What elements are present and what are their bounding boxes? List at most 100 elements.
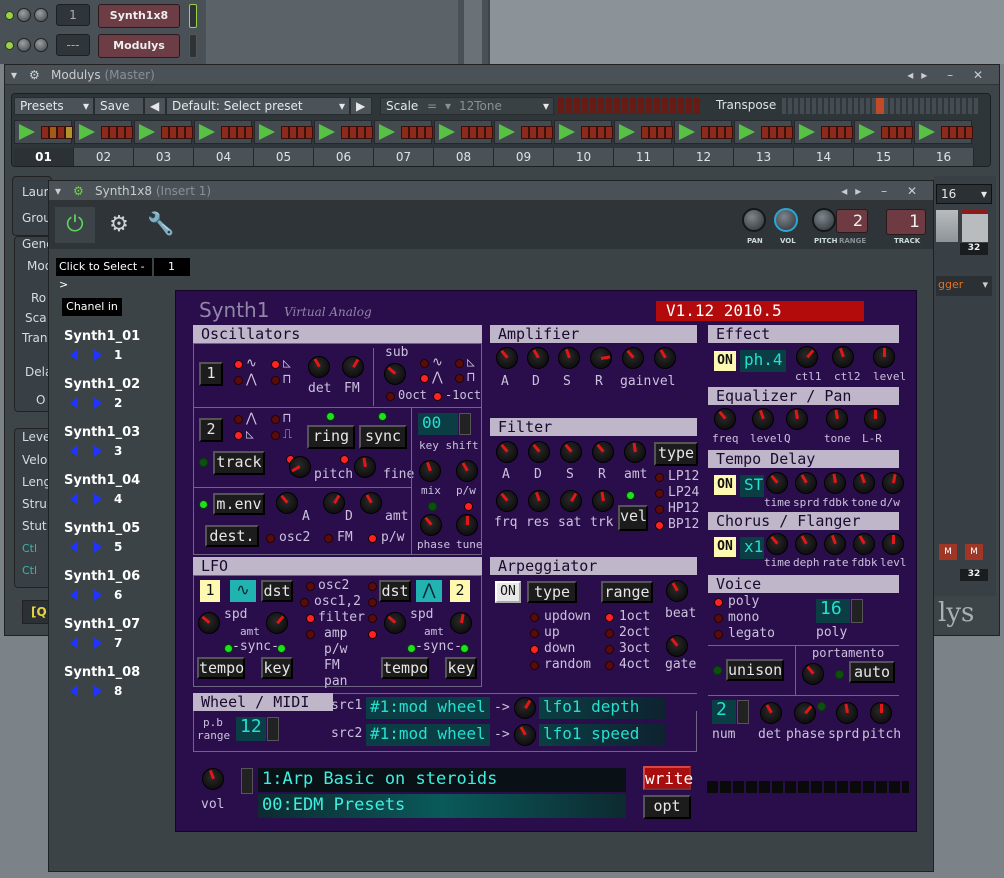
delay-dw-knob[interactable] [882,472,904,494]
play-icon[interactable] [379,124,395,140]
osc1-wave-led[interactable] [234,360,243,369]
step-cell[interactable] [221,126,229,139]
unison-num-stepper[interactable] [737,700,749,724]
src1-amount-knob[interactable] [514,697,536,719]
delay-sprd-knob[interactable] [795,472,817,494]
step-cell[interactable] [829,126,837,139]
channel-name-button[interactable]: Synth1x8 [98,4,180,28]
osc2-wave-led[interactable] [271,415,280,424]
dst1-select[interactable]: lfo1 depth [539,697,665,719]
tab-pattern-06[interactable]: 06 [314,148,374,166]
pb-range-stepper[interactable] [267,717,279,741]
sequence-slot[interactable] [914,120,973,144]
step-cell[interactable] [401,126,409,139]
sub-wave-led[interactable] [455,359,464,368]
arrow-right-icon[interactable] [94,397,102,409]
chorus-levl-knob[interactable] [882,533,904,555]
step-cell[interactable] [161,126,169,139]
delay-fdbk-knob[interactable] [824,472,846,494]
patch-name[interactable]: 1:Arp Basic on steroids [258,768,626,792]
arp-type-button[interactable]: type [527,581,577,603]
eq-q-knob[interactable] [786,408,808,430]
lfo2-tempo-button[interactable]: tempo [381,657,429,679]
modulys-titlebar[interactable]: ▾ ⚙ Modulys (Master) ◂▸ – ✕ [5,65,999,85]
step-cell[interactable] [837,126,845,139]
step-cell[interactable] [641,126,649,139]
volume-knob[interactable] [774,208,798,232]
amp-d-knob[interactable] [527,347,549,369]
arp-gate-knob[interactable] [666,635,688,657]
arp-type-led[interactable] [530,645,539,654]
filter-r-knob[interactable] [592,441,614,463]
bank-name[interactable]: 00:EDM Presets [258,794,626,818]
tab-pattern-10[interactable]: 10 [554,148,614,166]
tab-pattern-12[interactable]: 12 [674,148,734,166]
tab-pattern-13[interactable]: 13 [734,148,794,166]
step-cell[interactable] [281,126,289,139]
oct0-led[interactable] [386,392,395,401]
sequence-slot[interactable] [14,120,73,144]
channel-select-bar[interactable] [189,4,197,28]
step-cell[interactable] [529,126,537,139]
arrow-right-icon[interactable] [94,589,102,601]
filter-sat-knob[interactable] [560,490,582,512]
delay-type-value[interactable]: ST [740,475,764,497]
src2-select[interactable]: #1:mod wheel [366,724,490,746]
step-cell[interactable] [341,126,349,139]
voice-pitch-knob[interactable] [870,702,892,724]
channel-mute-led[interactable] [5,41,14,50]
det-knob[interactable] [308,356,330,378]
filter-s-knob[interactable] [560,441,582,463]
scrollbar[interactable] [464,0,482,64]
pitch-knob[interactable] [812,208,836,232]
delay-time-knob[interactable] [766,472,788,494]
write-button[interactable]: write [643,766,693,790]
filter-a-knob[interactable] [496,441,518,463]
tab-pattern-07[interactable]: 07 [374,148,434,166]
eq-tone-knob[interactable] [826,408,848,430]
step-cell[interactable] [785,126,793,139]
auto-button[interactable]: auto [849,661,895,683]
lfo1-speed-knob[interactable] [198,612,220,634]
step-cell[interactable] [881,126,889,139]
transpose-slider[interactable] [782,98,978,114]
next-preset-button[interactable]: ▶ [350,97,372,115]
step-cell[interactable] [965,126,973,139]
trigger-select[interactable]: gger ▾ [936,276,992,296]
arrow-left-icon[interactable] [70,589,78,601]
play-icon[interactable] [619,124,635,140]
osc1-wave-led[interactable] [271,360,280,369]
pw-knob[interactable] [456,460,478,482]
sequence-slot[interactable] [374,120,433,144]
mini-fader[interactable] [936,210,958,242]
osc2-wave-led[interactable] [234,415,243,424]
window-controls[interactable]: ◂▸ – ✕ [907,65,991,85]
step-cell[interactable] [845,126,853,139]
pan-knob[interactable] [742,208,766,232]
channel-mute-led[interactable] [5,11,14,20]
tune-knob[interactable] [456,514,478,536]
lfo2-sync-led[interactable] [460,644,469,653]
ctl1-knob[interactable] [796,346,818,368]
tab-pattern-02[interactable]: 02 [74,148,134,166]
lfo2-amount-knob[interactable] [450,612,472,634]
lfo2-dest-led[interactable] [368,630,377,639]
chorus-time-knob[interactable] [766,533,788,555]
step-cell[interactable] [761,126,769,139]
step-cell[interactable] [365,126,373,139]
patch-stepper[interactable] [241,768,253,794]
presets-dropdown[interactable]: Presets ▾ [14,97,94,115]
lfo1-dest-led[interactable] [306,614,315,623]
step-cell[interactable] [357,126,365,139]
unison-button[interactable]: unison [726,659,784,681]
step-cell[interactable] [417,126,425,139]
osc2-button[interactable]: 2 [199,418,223,442]
step-cell[interactable] [701,126,709,139]
step-cell[interactable] [581,126,589,139]
play-icon[interactable] [799,124,815,140]
channel-volume-knob[interactable] [34,38,48,52]
step-cell[interactable] [657,126,665,139]
step-cell[interactable] [941,126,949,139]
step-cell[interactable] [297,126,305,139]
arp-range-led[interactable] [605,613,614,622]
